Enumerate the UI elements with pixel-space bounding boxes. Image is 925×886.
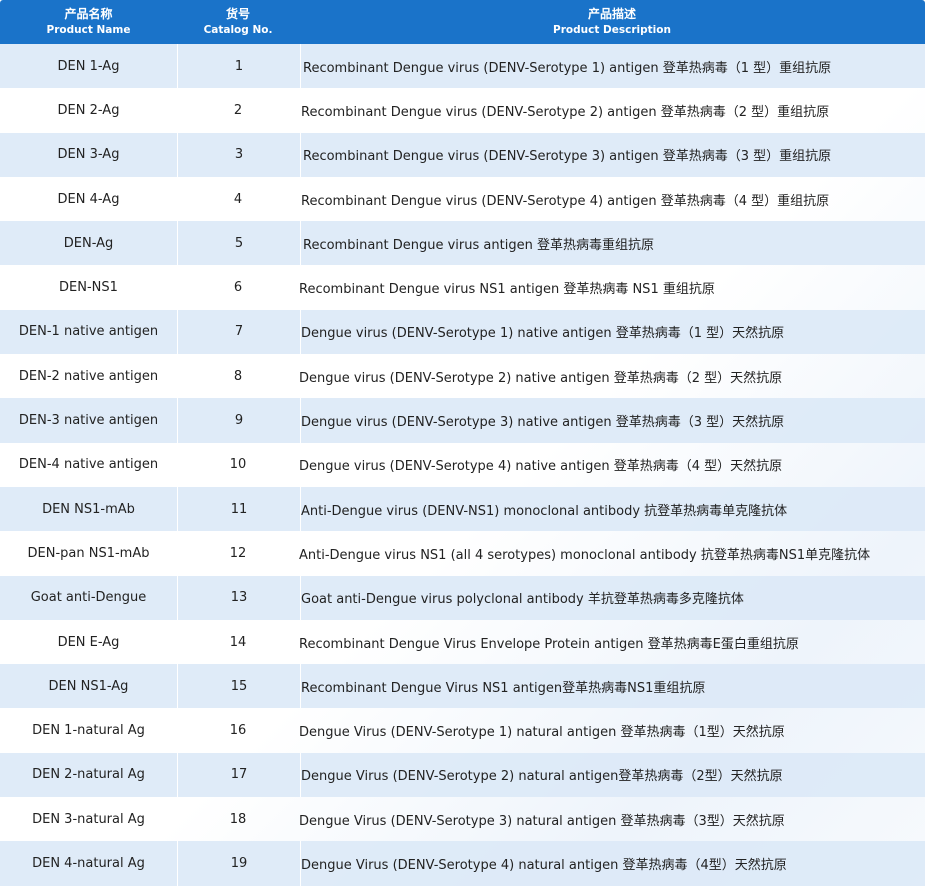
- catalog-no-cell: 6: [233, 280, 243, 296]
- catalog-no-cell: 3: [178, 132, 301, 177]
- catalog-no-cell: 12: [229, 545, 247, 561]
- product-name-cell: DEN NS1-mAb: [0, 486, 178, 532]
- catalog-no-cell: 16: [229, 723, 247, 739]
- product-name-cell: DEN 2-natural Ag: [0, 752, 178, 798]
- catalog-no-cell: 4: [233, 191, 243, 207]
- catalog-no-cell: 5: [178, 221, 301, 266]
- catalog-no-cell: 11: [178, 486, 301, 532]
- product-description-cell: Dengue virus (DENV-Serotype 4) native an…: [299, 459, 783, 475]
- product-description-cell: Dengue virus (DENV-Serotype 2) native an…: [299, 370, 783, 386]
- header-catalog-no: 货号 Catalog No.: [177, 0, 299, 44]
- table-row: DEN NS1-Ag 15 Recombinant Dengue Virus NS1…: [0, 664, 925, 709]
- header-catalog-no-en: Catalog No.: [203, 24, 273, 36]
- table-row: Goat anti-Dengue 13 Goat anti-Dengue virus…: [0, 575, 925, 620]
- product-name-cell: DEN 2-Ag: [57, 102, 120, 118]
- product-name-cell: DEN-4 native antigen: [18, 457, 159, 473]
- catalog-no-cell: 19: [178, 841, 301, 886]
- table-row: DEN 4-Ag 4 Recombinant Dengue virus (DENV-…: [0, 177, 925, 221]
- catalog-no-cell: 9: [178, 398, 301, 443]
- table-row: DEN-pan NS1-mAb 12 Anti-Dengue virus NS1 (…: [0, 531, 925, 575]
- table-row: DEN 1-Ag 1 Recombinant Dengue virus (DENV-…: [0, 44, 925, 89]
- table-row: DEN-2 native antigen 8 Dengue virus (DENV-…: [0, 354, 925, 398]
- product-description-cell: Recombinant Dengue virus (DENV-Serotype …: [301, 104, 830, 120]
- header-catalog-no-zh: 货号: [225, 7, 250, 21]
- catalog-no-cell: 13: [178, 575, 301, 620]
- table-row: DEN-Ag 5 Recombinant Dengue virus antigen …: [0, 221, 925, 266]
- table-body: DEN 1-Ag 1 Recombinant Dengue virus (DENV-…: [0, 44, 925, 886]
- catalog-no-cell: 1: [178, 44, 301, 89]
- table-row: DEN 2-natural Ag 17 Dengue Virus (DENV-Ser…: [0, 752, 925, 798]
- product-description-cell: Dengue Virus (DENV-Serotype 2) natural a…: [301, 769, 783, 785]
- product-description-cell: Anti-Dengue virus NS1 (all 4 serotypes) …: [299, 547, 871, 563]
- product-table: 产品名称 Product Name 货号 Catalog No. 产品描述 Pr…: [0, 0, 925, 886]
- product-name-cell: DEN-2 native antigen: [18, 368, 159, 384]
- product-name-cell: DEN 4-natural Ag: [0, 841, 178, 886]
- product-description-cell: Anti-Dengue virus (DENV-NS1) monoclonal …: [301, 503, 788, 519]
- product-description-cell: Recombinant Dengue Virus Envelope Protei…: [299, 636, 799, 652]
- catalog-no-cell: 15: [178, 664, 301, 709]
- catalog-no-cell: 17: [178, 752, 301, 798]
- catalog-no-cell: 7: [178, 309, 301, 355]
- product-description-cell: Recombinant Dengue virus (DENV-Serotype …: [303, 149, 832, 165]
- product-description-cell: Recombinant Dengue virus (DENV-Serotype …: [301, 193, 830, 209]
- product-name-cell: DEN-NS1: [59, 280, 118, 296]
- table-row: DEN 3-Ag 3 Recombinant Dengue virus (DENV-…: [0, 132, 925, 177]
- product-name-cell: DEN-pan NS1-mAb: [27, 545, 150, 561]
- product-name-cell: DEN-Ag: [0, 221, 178, 266]
- table-row: DEN E-Ag 14 Recombinant Dengue Virus Envel…: [0, 620, 925, 664]
- table-row: DEN-3 native antigen 9 Dengue virus (DENV-…: [0, 398, 925, 443]
- product-description-cell: Recombinant Dengue virus antigen 登革热病毒重组…: [303, 237, 654, 253]
- header-product-description-en: Product Description: [553, 24, 671, 36]
- header-product-description-zh: 产品描述: [587, 7, 636, 21]
- table-row: DEN 1-natural Ag 16 Dengue Virus (DENV-Ser…: [0, 708, 925, 752]
- header-product-description: 产品描述 Product Description: [299, 0, 925, 44]
- table-row: DEN-1 native antigen 7 Dengue virus (DENV-…: [0, 309, 925, 355]
- product-description-cell: Dengue Virus (DENV-Serotype 1) natural a…: [299, 725, 785, 741]
- product-description-cell: Recombinant Dengue virus NS1 antigen 登革热…: [299, 282, 715, 298]
- product-name-cell: Goat anti-Dengue: [0, 575, 178, 620]
- product-name-cell: DEN 1-natural Ag: [32, 723, 145, 739]
- table-row: DEN-NS1 6 Recombinant Dengue virus NS1 ant…: [0, 265, 925, 309]
- product-name-cell: DEN E-Ag: [57, 634, 120, 650]
- catalog-no-cell: 14: [229, 634, 247, 650]
- product-description-cell: Recombinant Dengue virus (DENV-Serotype …: [303, 60, 832, 76]
- product-description-cell: Dengue Virus (DENV-Serotype 3) natural a…: [299, 813, 785, 829]
- product-name-cell: DEN-1 native antigen: [0, 309, 178, 355]
- product-description-cell: Goat anti-Dengue virus polyclonal antibo…: [301, 592, 744, 608]
- table-row: DEN NS1-mAb 11 Anti-Dengue virus (DENV-NS1…: [0, 486, 925, 532]
- catalog-no-cell: 10: [229, 457, 247, 473]
- catalog-no-cell: 8: [233, 368, 243, 384]
- table-row: DEN 2-Ag 2 Recombinant Dengue virus (DENV-…: [0, 88, 925, 132]
- table-row: DEN 3-natural Ag 18 Dengue Virus (DENV-Ser…: [0, 797, 925, 841]
- product-name-cell: DEN-3 native antigen: [0, 398, 178, 443]
- catalog-no-cell: 2: [233, 102, 243, 118]
- product-description-cell: Dengue virus (DENV-Serotype 3) native an…: [301, 415, 785, 431]
- product-description-cell: Dengue virus (DENV-Serotype 1) native an…: [301, 326, 785, 342]
- product-description-cell: Dengue Virus (DENV-Serotype 4) natural a…: [301, 857, 787, 873]
- product-description-cell: Recombinant Dengue Virus NS1 antigen登革热病…: [301, 680, 706, 696]
- product-name-cell: DEN 4-Ag: [57, 191, 120, 207]
- product-name-cell: DEN 3-natural Ag: [32, 811, 145, 827]
- header-product-name-en: Product Name: [46, 24, 131, 36]
- header-product-name: 产品名称 Product Name: [0, 0, 177, 44]
- table-header: 产品名称 Product Name 货号 Catalog No. 产品描述 Pr…: [0, 0, 925, 44]
- product-name-cell: DEN 3-Ag: [0, 132, 178, 177]
- catalog-no-cell: 18: [229, 811, 247, 827]
- product-name-cell: DEN NS1-Ag: [0, 664, 178, 709]
- table-row: DEN-4 native antigen 10 Dengue virus (DENV…: [0, 443, 925, 487]
- header-product-name-zh: 产品名称: [64, 7, 113, 21]
- table-row: DEN 4-natural Ag 19 Dengue Virus (DENV-Ser…: [0, 841, 925, 886]
- product-name-cell: DEN 1-Ag: [0, 44, 178, 89]
